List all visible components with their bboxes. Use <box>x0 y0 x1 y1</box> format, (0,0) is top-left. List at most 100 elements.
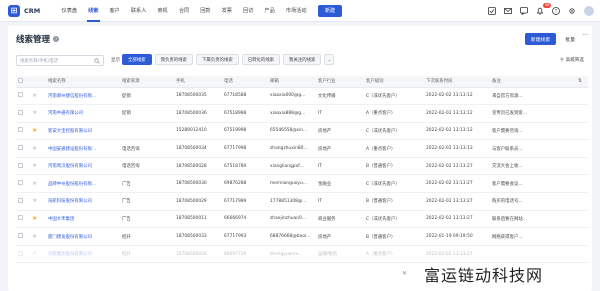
industry: 金融业 <box>316 174 364 194</box>
advanced-filter-button[interactable]: ⚲ 高级筛选 <box>560 57 584 64</box>
star-toggle[interactable]: ★ <box>30 192 46 211</box>
row-spacer <box>576 157 588 176</box>
star-toggle[interactable]: ★ <box>30 227 46 246</box>
row-checkbox[interactable] <box>16 157 30 176</box>
star-toggle[interactable]: ★ <box>30 157 46 176</box>
table-row[interactable]: ★ 中国安通建设股份有限... 电话咨询 18708500034 67717998 zha… <box>16 139 588 158</box>
lead-name-link[interactable]: 品牌中州股份股份有限... <box>46 174 120 194</box>
lead-name-link[interactable]: 厦门建发股份有限公司 <box>46 227 120 246</box>
filter-converted-leads[interactable]: 已转化的线索 <box>241 54 281 65</box>
star-toggle[interactable]: ★ <box>30 122 46 141</box>
filter-more-dropdown[interactable]: ⌄ <box>324 54 335 65</box>
table-row[interactable]: ★ 中国大禾集团 广告 18708500011 66666974 zhaojinzhuan… <box>16 210 588 229</box>
star-icon: ★ <box>32 214 38 222</box>
nav-item-contracts[interactable]: 合同 <box>173 0 194 22</box>
nav-item-visits[interactable]: 回访 <box>238 0 259 22</box>
table-row[interactable]: ★ 贝航集团股份有限公司 招开 18708500026 66697729 zhengyua… <box>16 245 588 264</box>
column-header[interactable]: 客户级别 <box>364 76 424 88</box>
select-all-checkbox[interactable] <box>16 76 30 88</box>
row-checkbox[interactable] <box>16 210 30 229</box>
nav-item-payments[interactable]: 回款 <box>195 0 216 22</box>
lead-name-link[interactable]: 贝航集团股份有限公司 <box>46 245 120 264</box>
row-checkbox[interactable] <box>16 245 30 264</box>
star-toggle[interactable]: ★ <box>30 245 46 264</box>
lead-name-link[interactable]: 中国大禾集团 <box>46 210 120 229</box>
note: 客户需要咨询... <box>490 122 576 141</box>
star-toggle[interactable]: ★ <box>30 174 46 194</box>
table-row[interactable]: ★ 海航科技股份有限公司 广告 18708500029 67717989 17788513… <box>16 192 588 211</box>
filter-followed-leads[interactable]: 我关注的线索 <box>283 54 322 65</box>
column-header[interactable]: 手机 <box>174 76 222 88</box>
close-icon[interactable]: ✕ <box>402 270 407 277</box>
mobile-number: 18708500030 <box>174 174 222 194</box>
nav-item-dashboard[interactable]: 仪表盘 <box>56 0 83 22</box>
industry: 房地产 <box>316 139 364 158</box>
chat-icon[interactable] <box>520 7 528 15</box>
table-row[interactable]: ★ 河南郑州捷信股份有限... 促销 18708500035 67718588 xiaox… <box>16 87 588 106</box>
title-help-icon[interactable]: ? <box>53 36 60 42</box>
column-header[interactable]: 邮箱 <box>268 76 316 88</box>
table-row[interactable]: ★ 厦门建发股份有限公司 招开 18708500033 67717993 68876668… <box>16 227 588 246</box>
lead-name-link[interactable]: 新安大宝控股有限公司 <box>46 122 120 141</box>
table-row[interactable]: ★ 品牌中州股份股份有限... 广告 18708500030 69876288 meimi… <box>16 174 588 194</box>
column-header[interactable]: 备注 <box>490 76 576 88</box>
table-row[interactable]: ★ 河南周汉股份有限公司 电话咨询 18708500028 67518780 xiangl… <box>16 157 588 176</box>
row-checkbox[interactable] <box>16 192 30 211</box>
search-icon[interactable] <box>94 57 100 64</box>
nav-item-customers[interactable]: 客户 <box>104 0 125 22</box>
lead-source: 招开 <box>120 245 174 264</box>
note: 客户需要会议... <box>490 174 576 194</box>
new-lead-button[interactable]: 新建线索 <box>524 33 556 45</box>
column-header[interactable]: 电话 <box>222 76 268 88</box>
nav-item-opportunities[interactable]: 商机 <box>152 0 173 22</box>
user-avatar[interactable] <box>584 6 594 16</box>
nav-item-products[interactable]: 产品 <box>259 0 280 22</box>
filter-all-leads[interactable]: 全部线索 <box>122 54 152 65</box>
column-header[interactable]: 线索名称 <box>46 76 120 88</box>
row-checkbox[interactable] <box>16 139 30 158</box>
nav-item-invoices[interactable]: 发票 <box>216 0 237 22</box>
nav-new-button[interactable]: 新建 <box>318 4 343 17</box>
column-header[interactable]: 客户行业 <box>316 76 364 88</box>
table-row[interactable]: ★ 河南中通有限公司 促销 18708500036 67518988 xiaoxia888… <box>16 104 588 123</box>
row-checkbox[interactable] <box>16 87 30 106</box>
settings-gear-icon[interactable] <box>568 7 576 15</box>
star-toggle[interactable]: ★ <box>30 104 46 123</box>
note: 交流大会上收... <box>490 157 576 176</box>
lead-name-link[interactable]: 河南中通有限公司 <box>46 104 120 123</box>
column-header[interactable]: 下次联系时间 <box>424 76 490 88</box>
filter-subordinate-leads[interactable]: 下属负责的线索 <box>195 54 239 65</box>
lead-name-link[interactable]: 海航科技股份有限公司 <box>46 192 120 211</box>
star-toggle[interactable]: ★ <box>30 87 46 106</box>
lead-name-link[interactable]: 中国安通建设股份有限... <box>46 139 120 158</box>
checkbox-icon[interactable] <box>488 7 496 15</box>
table-row[interactable]: ★ 新安大宝控股有限公司 15289012410 67519998 65546558@s… <box>16 122 588 141</box>
industry: 商业服务 <box>316 210 364 229</box>
nav-item-marketing[interactable]: 市场活动 <box>280 0 312 22</box>
brand-logo[interactable]: ⊞ CRM <box>0 4 56 17</box>
row-checkbox[interactable] <box>16 174 30 194</box>
column-settings-icon[interactable]: ⇅ <box>576 76 588 88</box>
row-checkbox[interactable] <box>16 122 30 141</box>
search-input[interactable]: 线索名称/手机/电话 <box>16 55 104 66</box>
notification-bell-icon[interactable]: 48 <box>536 3 551 15</box>
customer-level: A（重点客户） <box>364 245 424 264</box>
nav-item-leads[interactable]: 线索 <box>83 0 104 22</box>
help-icon[interactable]: ? <box>552 7 560 15</box>
lead-name-link[interactable]: 河南周汉股份有限公司 <box>46 157 120 176</box>
row-checkbox[interactable] <box>16 227 30 246</box>
lead-name-link[interactable]: 河南郑州捷信股份有限... <box>46 87 120 106</box>
row-checkbox[interactable] <box>16 104 30 123</box>
batch-button[interactable]: 批量 <box>562 33 578 45</box>
star-icon: ★ <box>32 144 38 152</box>
star-toggle[interactable]: ★ <box>30 139 46 158</box>
mail-icon[interactable] <box>504 7 512 15</box>
industry: 运输/物流 <box>316 245 364 264</box>
star-toggle[interactable]: ★ <box>30 210 46 229</box>
filter-my-leads[interactable]: 我负责的线索 <box>154 54 193 65</box>
column-header[interactable]: 线索来源 <box>120 76 174 88</box>
phone-number: 69876288 <box>222 174 268 194</box>
nav-item-contacts[interactable]: 联系人 <box>125 0 152 22</box>
more-actions-button[interactable]: ··· <box>582 32 588 39</box>
mobile-number: 18708500034 <box>174 139 222 158</box>
